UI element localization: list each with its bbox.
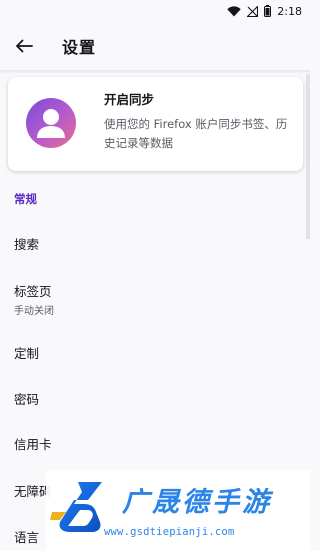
sync-card-description: 使用您的 Firefox 账户同步书签、历史记录等数据 <box>104 117 288 150</box>
menu-item-sublabel: 手动关闭 <box>14 306 54 317</box>
menu-item-customize[interactable]: 定制 <box>0 343 300 362</box>
menu-item-label: 搜索 <box>14 237 40 252</box>
menu-item-label: 信用卡 <box>14 437 52 452</box>
arrow-left-icon <box>16 39 33 53</box>
app-bar-shadow <box>0 70 310 74</box>
status-bar: 2:18 <box>0 0 310 22</box>
menu-item-passwords[interactable]: 密码 <box>0 389 300 408</box>
menu-item-search[interactable]: 搜索 <box>0 234 300 253</box>
menu-item-label: 定制 <box>14 346 40 361</box>
app-bar: 设置 <box>0 22 310 70</box>
battery-icon <box>264 5 272 17</box>
menu-item-label: 密码 <box>14 392 40 407</box>
menu-item-credit-cards[interactable]: 信用卡 <box>0 434 300 453</box>
account-avatar-icon <box>26 98 76 148</box>
sync-card-title: 开启同步 <box>104 92 155 107</box>
back-button[interactable] <box>2 24 46 68</box>
scrollbar[interactable] <box>306 74 310 239</box>
watermark-logo-icon <box>50 482 102 532</box>
page-title: 设置 <box>62 38 97 57</box>
status-time: 2:18 <box>277 4 302 18</box>
watermark: 广晟德手游 www.gsdtiepianji.com <box>46 470 310 551</box>
watermark-title: 广晟德手游 <box>122 487 272 518</box>
sync-card[interactable]: 开启同步 使用您的 Firefox 账户同步书签、历史记录等数据 <box>8 77 303 171</box>
section-header-general: 常规 <box>14 192 37 206</box>
menu-item-label: 标签页 <box>14 284 52 299</box>
menu-item-tabs[interactable]: 标签页 手动关闭 <box>0 281 300 317</box>
watermark-url: www.gsdtiepianji.com <box>104 526 235 538</box>
wifi-icon <box>227 5 241 16</box>
signal-off-icon <box>247 5 259 17</box>
